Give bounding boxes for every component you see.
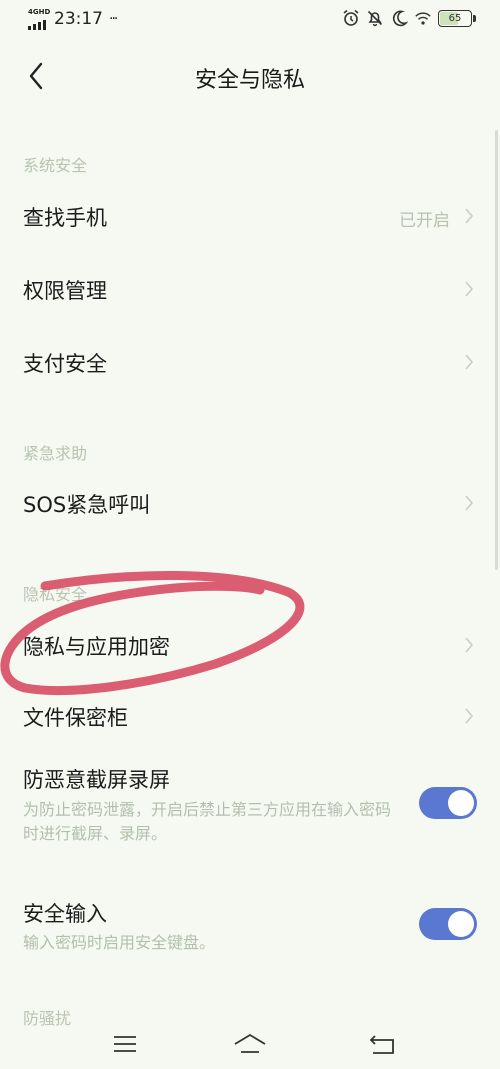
row-label: 权限管理 [23,279,107,303]
clock: 23:17 [54,9,103,29]
scrollbar[interactable] [495,130,498,570]
status-bar: 4GHD 23:17 ··· 65 [0,0,500,40]
row-label: SOS紧急呼叫 [23,493,151,517]
chevron-right-icon [465,495,474,511]
toggle-knob [448,790,474,816]
row-label: 支付安全 [23,352,107,376]
row-description: 输入密码时启用安全键盘。 [23,933,216,952]
row-label: 隐私与应用加密 [23,635,170,659]
menu-button[interactable] [108,1029,142,1059]
list-item-file-safe[interactable]: 文件保密柜 [0,682,500,748]
chevron-right-icon [465,208,474,224]
list-item-permission-management[interactable]: 权限管理 [0,253,500,323]
battery-icon: 65 [438,9,476,27]
list-item-sos[interactable]: SOS紧急呼叫 [0,467,500,537]
battery-level: 65 [448,12,462,24]
menu-icon [114,1036,136,1052]
section-title-emergency: 紧急求助 [23,444,88,463]
row-label: 文件保密柜 [23,706,128,730]
section-title-system-security: 系统安全 [23,156,88,175]
signal-icon: 4GHD [28,8,51,30]
home-icon [234,1034,266,1053]
alarm-icon [342,9,360,27]
network-type: 4GHD [28,8,51,16]
anti-screenshot-toggle[interactable] [419,787,477,819]
page-title: 安全与隐私 [194,68,305,93]
back-icon [369,1035,394,1054]
row-label: 查找手机 [23,206,107,230]
more-notifications: ··· [109,11,118,27]
section-title-privacy: 隐私安全 [23,585,88,604]
list-item-find-phone[interactable]: 查找手机 已开启 [0,180,500,250]
mute-bell-icon [366,9,384,27]
nav-back-button[interactable] [365,1029,399,1059]
list-item-payment-security[interactable]: 支付安全 [0,326,500,396]
row-value: 已开启 [399,211,450,231]
row-label: 安全输入 [23,902,107,926]
navigation-bar [0,1019,500,1069]
secure-input-toggle[interactable] [419,908,477,940]
chevron-right-icon [465,354,474,370]
chevron-right-icon [465,281,474,297]
chevron-right-icon [465,708,474,724]
chevron-right-icon [465,637,474,653]
row-description: 为防止密码泄露，开启后禁止第三方应用在输入密码时进行截屏、录屏。 [23,800,392,843]
header: 安全与隐私 [0,40,500,112]
list-item-secure-input: 安全输入 输入密码时启用安全键盘。 [0,886,500,966]
row-label: 防恶意截屏录屏 [23,768,170,792]
home-button[interactable] [233,1029,267,1059]
status-left: 4GHD 23:17 ··· [28,8,118,30]
list-item-privacy-app-encryption[interactable]: 隐私与应用加密 [0,609,500,679]
moon-icon [390,9,408,27]
wifi-icon [414,9,432,27]
toggle-knob [448,911,474,937]
status-right: 65 [342,9,476,27]
list-item-anti-screenshot: 防恶意截屏录屏 为防止密码泄露，开启后禁止第三方应用在输入密码时进行截屏、录屏。 [0,752,500,862]
